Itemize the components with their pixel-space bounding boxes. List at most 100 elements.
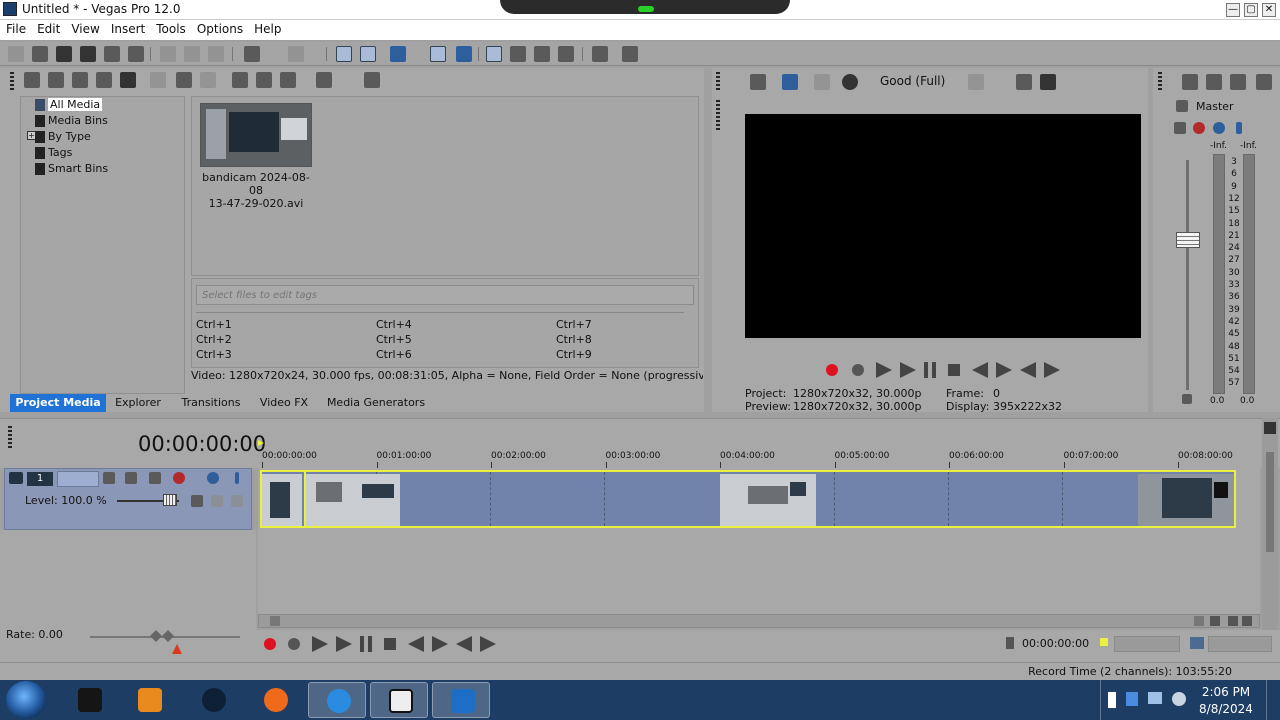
zoom-icon[interactable] (364, 72, 380, 88)
parent-mode-icon[interactable] (149, 472, 161, 484)
scroll-left-icon[interactable] (1194, 616, 1204, 626)
tray-icon[interactable] (1126, 692, 1138, 706)
split-icon[interactable] (534, 46, 550, 62)
menu-tools[interactable]: Tools (150, 20, 191, 36)
master-properties-icon[interactable] (1182, 74, 1198, 90)
tree-item-tags[interactable]: Tags (48, 146, 72, 159)
zoom-in-icon[interactable] (1228, 616, 1238, 626)
ignore-grouping-icon[interactable] (486, 46, 502, 62)
views-icon[interactable] (316, 72, 332, 88)
track-level-knob[interactable] (163, 494, 177, 506)
tab-video-fx[interactable]: Video FX (256, 394, 312, 412)
preview-properties-icon[interactable] (750, 74, 766, 90)
video-fx-icon[interactable] (842, 74, 858, 90)
copy-snapshot-icon[interactable] (1016, 74, 1032, 90)
track-up-icon[interactable] (211, 495, 223, 507)
play-icon[interactable] (900, 362, 916, 378)
master-menu-icon[interactable] (1256, 74, 1272, 90)
menu-help[interactable]: Help (248, 20, 286, 36)
dim-output-icon[interactable] (1230, 74, 1246, 90)
play-from-start-icon[interactable] (876, 362, 892, 378)
tree-item-by-type[interactable]: By Type (48, 130, 91, 143)
tag-shortcut[interactable]: Ctrl+9 (556, 348, 592, 361)
tag-shortcut[interactable]: Ctrl+3 (196, 348, 232, 361)
clock-time[interactable]: 2:06 PM (1198, 685, 1254, 699)
redo-icon[interactable] (288, 46, 304, 62)
capture-video-icon[interactable] (48, 72, 64, 88)
track-mute-icon[interactable] (207, 472, 219, 484)
compositing-mode-icon[interactable] (125, 472, 137, 484)
snapping-icon[interactable] (390, 46, 406, 62)
pause-icon[interactable] (924, 362, 936, 378)
search-media-icon[interactable] (120, 72, 136, 88)
taskbar-app[interactable] (308, 682, 366, 718)
open-icon[interactable] (32, 46, 48, 62)
taskbar-app[interactable] (184, 682, 242, 718)
auto-play-icon[interactable] (280, 72, 296, 88)
loop-icon[interactable] (852, 364, 864, 376)
timeline-empty-area[interactable] (258, 530, 1260, 614)
panel-grip-icon[interactable] (1158, 72, 1162, 90)
downmix-icon[interactable] (1206, 74, 1222, 90)
tab-media-generators[interactable]: Media Generators (326, 394, 426, 412)
maximize-button[interactable]: ▢ (1244, 3, 1258, 17)
overlays-icon[interactable] (968, 74, 984, 90)
tag-shortcut[interactable]: Ctrl+1 (196, 318, 232, 331)
tab-project-media[interactable]: Project Media (10, 394, 106, 412)
tab-explorer[interactable]: Explorer (110, 394, 166, 412)
tag-shortcut[interactable]: Ctrl+8 (556, 333, 592, 346)
remove-media-icon[interactable] (150, 72, 166, 88)
menu-options[interactable]: Options (191, 20, 248, 36)
mute-icon[interactable] (1213, 122, 1225, 134)
taskbar-app[interactable] (246, 682, 304, 718)
track-collapse-icon[interactable] (9, 472, 23, 484)
get-media-web-icon[interactable] (72, 72, 88, 88)
external-monitor-icon[interactable] (782, 74, 798, 90)
loop-icon[interactable] (288, 638, 300, 650)
vertical-scroll-thumb[interactable] (1266, 452, 1274, 552)
next-frame-icon[interactable] (1044, 362, 1060, 378)
save-icon[interactable] (56, 46, 72, 62)
stop-icon[interactable] (948, 364, 960, 376)
previous-frame-icon[interactable] (456, 636, 472, 652)
show-desktop-button[interactable] (1266, 680, 1280, 720)
track-envelope-icon[interactable] (191, 495, 203, 507)
horizontal-scrollbar[interactable] (258, 614, 1260, 628)
track-name-field[interactable] (57, 471, 99, 487)
taskbar-app[interactable] (370, 682, 428, 718)
paste-icon[interactable] (208, 46, 224, 62)
volume-icon[interactable] (1172, 692, 1186, 706)
track-solo-icon[interactable] (235, 472, 239, 484)
scroll-right-icon[interactable] (1210, 616, 1220, 626)
pause-icon[interactable] (360, 636, 372, 652)
record-icon[interactable] (264, 638, 276, 650)
new-icon[interactable] (8, 46, 24, 62)
preview-quality-select[interactable]: Good (Full) (880, 74, 945, 88)
stop-media-icon[interactable] (256, 72, 272, 88)
preview-screen[interactable] (745, 114, 1141, 338)
taskbar-app[interactable] (120, 682, 178, 718)
track-motion-icon[interactable] (103, 472, 115, 484)
select-tool-icon[interactable] (510, 46, 526, 62)
save-snapshot-icon[interactable] (1040, 74, 1056, 90)
timeline-menu-icon[interactable] (1264, 422, 1276, 434)
tab-transitions[interactable]: Transitions (178, 394, 244, 412)
media-thumbnail[interactable] (200, 103, 312, 167)
whats-this-help-icon[interactable] (622, 46, 638, 62)
vertical-scrollbar[interactable] (1262, 418, 1278, 630)
envelope-tool-icon[interactable] (360, 46, 376, 62)
solo-icon[interactable] (1236, 122, 1242, 134)
properties-icon[interactable] (128, 46, 144, 62)
panel-grip-icon[interactable] (8, 426, 12, 450)
media-file-name[interactable]: bandicam 2024-08-08 13-47-29-020.avi (197, 171, 315, 210)
import-media-icon[interactable] (24, 72, 40, 88)
tree-item-media-bins[interactable]: Media Bins (48, 114, 108, 127)
media-fx-icon[interactable] (176, 72, 192, 88)
tag-shortcut[interactable]: Ctrl+6 (376, 348, 412, 361)
timeline-ruler[interactable]: 00:00:00:00 00:01:00:00 00:02:00:00 00:03:0… (258, 448, 1260, 468)
menu-file[interactable]: File (0, 20, 31, 36)
zoom-out-icon[interactable] (1242, 616, 1252, 626)
extract-audio-icon[interactable] (96, 72, 112, 88)
zoom-tool-icon[interactable] (558, 46, 574, 62)
clock-date[interactable]: 8/8/2024 (1198, 702, 1254, 716)
